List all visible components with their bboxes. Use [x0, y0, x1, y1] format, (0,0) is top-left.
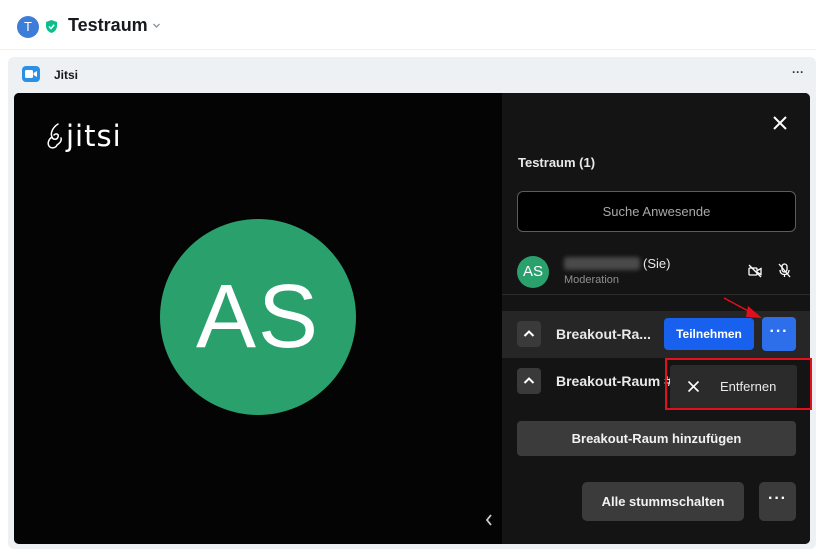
- participant-name-blurred: [564, 257, 640, 270]
- participant-search-input[interactable]: Suche Anwesende: [517, 191, 796, 232]
- room-more-options-button[interactable]: ···: [762, 317, 796, 351]
- widget-title: Jitsi: [54, 68, 79, 82]
- chevron-down-icon[interactable]: [152, 21, 161, 30]
- video-stage: jitsi AS: [14, 93, 502, 544]
- breakout-room-name: Breakout-Raum #: [556, 373, 672, 389]
- avatar: AS: [517, 256, 549, 288]
- expand-room-button[interactable]: [517, 321, 541, 347]
- speaker-avatar: AS: [160, 219, 356, 415]
- jitsi-conference: jitsi AS Testraum (1) Suche Anwesende AS…: [14, 93, 810, 544]
- chevron-up-icon: [523, 377, 535, 384]
- mute-all-button[interactable]: Alle stummschalten: [582, 482, 744, 521]
- annotation-highlight-box: [665, 358, 812, 410]
- widget-menu-button[interactable]: ···: [792, 65, 804, 79]
- jitsi-logo-text: jitsi: [66, 119, 122, 153]
- video-camera-icon: [22, 66, 40, 82]
- close-icon[interactable]: [772, 115, 788, 131]
- breakout-room-name: Breakout-Ra...: [556, 326, 651, 342]
- room-title[interactable]: Testraum: [68, 15, 148, 36]
- participant-row[interactable]: AS (Sie) Moderation: [502, 251, 810, 295]
- jitsi-logo: jitsi: [44, 119, 121, 156]
- expand-room-button[interactable]: [517, 368, 541, 394]
- room-avatar[interactable]: T: [17, 16, 39, 38]
- participants-title: Testraum (1): [518, 155, 596, 170]
- participant-self-suffix: (Sie): [643, 256, 671, 271]
- widget-title-bar: Jitsi ···: [8, 57, 816, 91]
- microphone-off-icon: [778, 263, 791, 278]
- shield-verified-icon: [46, 20, 57, 33]
- jitsi-logo-icon: [47, 123, 62, 149]
- participant-role: Moderation: [564, 274, 620, 286]
- chevron-up-icon: [523, 330, 535, 337]
- more-options-button[interactable]: ···: [759, 482, 796, 521]
- room-header: T Testraum: [0, 0, 816, 50]
- chevron-left-icon[interactable]: [484, 513, 494, 527]
- annotation-arrow-icon: [723, 297, 762, 318]
- add-breakout-room-button[interactable]: Breakout-Raum hinzufügen: [517, 421, 796, 456]
- camera-off-icon: [748, 264, 762, 278]
